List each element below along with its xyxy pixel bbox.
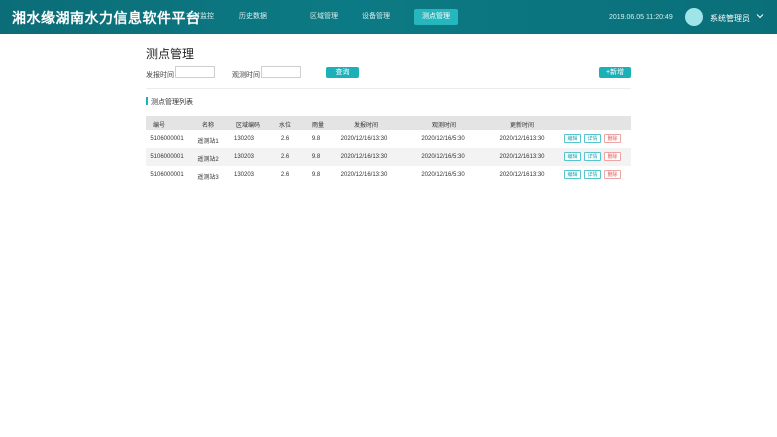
column-header-name: 名称: [201, 123, 215, 129]
chevron-down-icon[interactable]: [756, 12, 764, 20]
observe-time-input[interactable]: [261, 66, 301, 78]
current-datetime: 2019.06.05 11:20:49: [609, 14, 673, 21]
cell-update-time: 2020/12/1613:30: [499, 136, 545, 142]
cell-water-level: 2.6: [280, 154, 290, 160]
cell-name: 遥测站3: [197, 175, 219, 181]
cell-water-level: 2.6: [280, 172, 290, 178]
nav-item-device-management[interactable]: 设备管理: [362, 11, 390, 21]
avatar[interactable]: [685, 8, 703, 26]
cell-send-time: 2020/12/16/13:30: [340, 136, 388, 142]
edit-button[interactable]: 编辑: [564, 152, 581, 161]
detail-button[interactable]: 详情: [584, 134, 601, 143]
cell-rainfall: 9.8: [311, 136, 321, 142]
table-row: 5106000001 遥测站3 130203 2.6 9.8 2020/12/1…: [146, 166, 631, 184]
query-button[interactable]: 查询: [326, 67, 359, 78]
cell-update-time: 2020/12/1613:30: [499, 172, 545, 178]
nav-item-area-management[interactable]: 区域管理: [310, 11, 338, 21]
cell-update-time: 2020/12/1613:30: [499, 154, 545, 160]
column-header-water-level: 水位: [278, 123, 292, 129]
delete-button[interactable]: 删除: [604, 170, 621, 179]
nav-item-history-data[interactable]: 历史数据: [239, 11, 267, 21]
app-title: 湘水缘湖南水力信息软件平台: [12, 11, 201, 27]
cell-id: 5106000001: [150, 154, 184, 160]
cell-area-code: 130203: [233, 172, 255, 178]
column-header-area-code: 区域编码: [235, 123, 261, 129]
page-title: 测点管理: [146, 47, 195, 61]
observe-time-label: 观测时间: [232, 72, 260, 79]
send-time-label: 发报时间: [146, 72, 174, 79]
cell-observe-time: 2020/12/16/5:30: [421, 136, 465, 142]
cell-send-time: 2020/12/16/13:30: [340, 172, 388, 178]
cell-name: 遥测站1: [197, 139, 219, 145]
cell-water-level: 2.6: [280, 136, 290, 142]
edit-button[interactable]: 编辑: [564, 170, 581, 179]
delete-button[interactable]: 删除: [604, 134, 621, 143]
column-header-id: 编号: [152, 123, 166, 129]
point-table: 编号 名称 区域编码 水位 雨量 发报时间 观测时间 更新时间 51060000…: [146, 116, 631, 184]
cell-rainfall: 9.8: [311, 154, 321, 160]
cell-area-code: 130203: [233, 136, 255, 142]
cell-area-code: 130203: [233, 154, 255, 160]
section-title: 测点管理列表: [151, 99, 193, 106]
delete-button[interactable]: 删除: [604, 152, 621, 161]
cell-name: 遥测站2: [197, 157, 219, 163]
table-row: 5106000001 遥测站2 130203 2.6 9.8 2020/12/1…: [146, 148, 631, 166]
section-accent-bar: [146, 97, 148, 105]
cell-rainfall: 9.8: [311, 172, 321, 178]
top-navigation-bar: 湘水缘湖南水力信息软件平台 实时监控 历史数据 区域管理 设备管理 测点管理 2…: [0, 0, 777, 34]
cell-id: 5106000001: [150, 172, 184, 178]
nav-item-point-management[interactable]: 测点管理: [414, 9, 458, 25]
column-header-update-time: 更新时间: [509, 123, 535, 129]
user-name[interactable]: 系统管理员: [710, 13, 750, 24]
cell-observe-time: 2020/12/16/5:30: [421, 172, 465, 178]
table-header: 编号 名称 区域编码 水位 雨量 发报时间 观测时间 更新时间: [146, 116, 631, 130]
column-header-send-time: 发报时间: [353, 123, 379, 129]
detail-button[interactable]: 详情: [584, 152, 601, 161]
cell-id: 5106000001: [150, 136, 184, 142]
add-button[interactable]: +新增: [599, 67, 631, 78]
nav-item-realtime-monitor[interactable]: 实时监控: [186, 11, 214, 21]
cell-observe-time: 2020/12/16/5:30: [421, 154, 465, 160]
edit-button[interactable]: 编辑: [564, 134, 581, 143]
detail-button[interactable]: 详情: [584, 170, 601, 179]
column-header-observe-time: 观测时间: [431, 123, 457, 129]
divider: [146, 88, 631, 89]
send-time-input[interactable]: [175, 66, 215, 78]
cell-send-time: 2020/12/16/13:30: [340, 154, 388, 160]
column-header-rainfall: 雨量: [311, 123, 325, 129]
table-row: 5106000001 遥测站1 130203 2.6 9.8 2020/12/1…: [146, 130, 631, 148]
